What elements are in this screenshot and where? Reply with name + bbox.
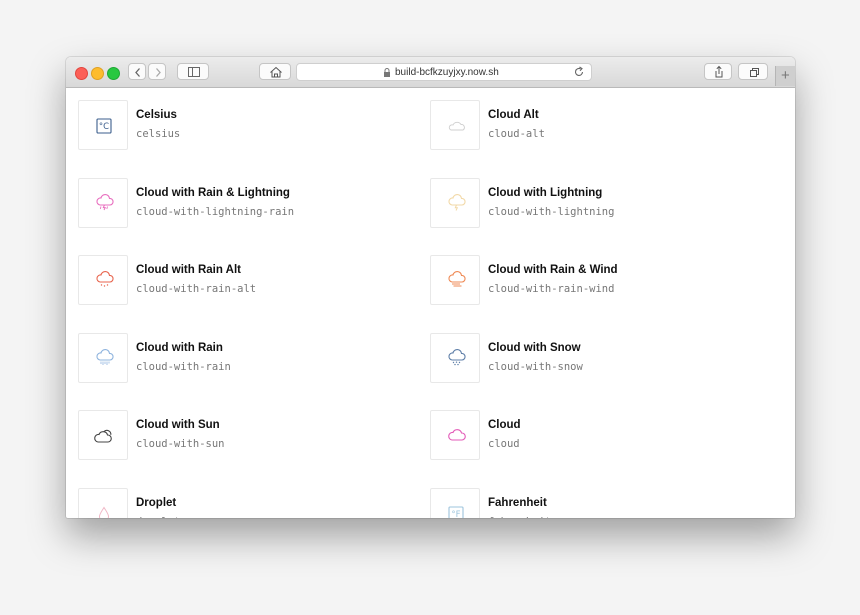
share-button[interactable] <box>704 63 732 80</box>
cloud-alt-icon <box>448 121 465 131</box>
zoom-window-button[interactable] <box>107 67 120 80</box>
icon-preview <box>78 332 128 383</box>
icon-title: Cloud with Lightning <box>488 186 603 199</box>
icon-preview <box>430 410 480 460</box>
icon-card-droplet[interactable]: Droplet droplet <box>78 487 418 519</box>
lock-icon <box>384 68 390 77</box>
icon-slug: celsius <box>136 128 181 140</box>
svg-text:°C: °C <box>99 122 109 132</box>
icon-card-cloud-with-lightning[interactable]: Cloud with Lightning cloud-with-lightning <box>430 177 770 230</box>
icon-slug: cloud-with-snow <box>488 360 583 373</box>
share-icon <box>715 65 723 78</box>
url-text: build-bcfkzuyjxy.now.sh <box>395 67 499 78</box>
icon-title: Cloud <box>488 419 521 431</box>
icon-list: °C Celsius celsius Cloud Alt cloud-alt Cloud … <box>66 88 795 518</box>
close-window-button[interactable] <box>75 67 88 80</box>
plus-icon: + <box>781 67 790 84</box>
fahrenheit-icon: °F <box>448 505 464 519</box>
cloud-sun-icon <box>94 429 112 443</box>
sidebar-toggle-button[interactable] <box>177 63 209 80</box>
icon-preview: °F <box>430 487 480 519</box>
cloud-rain-wind-icon <box>448 270 466 287</box>
home-icon <box>270 66 282 78</box>
icon-title: Cloud with Sun <box>136 419 220 431</box>
icon-card-cloud-alt[interactable]: Cloud Alt cloud-alt <box>430 100 770 152</box>
back-button[interactable] <box>128 63 146 80</box>
icon-card-cloud-with-lightning-rain[interactable]: Cloud with Rain & Lightning cloud-with-li… <box>78 177 418 230</box>
icon-preview <box>430 177 480 228</box>
icon-slug: cloud-with-rain-wind <box>488 283 615 295</box>
icon-card-cloud-with-snow[interactable]: Cloud with Snow cloud-with-snow <box>430 332 770 385</box>
forward-button[interactable] <box>148 63 166 80</box>
icon-preview <box>78 177 128 228</box>
chevron-left-icon <box>135 68 140 77</box>
icon-title: Cloud with Rain <box>136 341 223 354</box>
icon-title: Cloud with Rain & Wind <box>488 264 618 276</box>
icon-title: Fahrenheit <box>488 496 547 509</box>
tabs-overview-button[interactable] <box>738 63 768 80</box>
browser-toolbar: build-bcfkzuyjxy.now.sh + <box>66 57 795 88</box>
icon-slug: cloud-with-lightning <box>488 205 615 218</box>
icon-preview <box>78 255 128 305</box>
icon-card-celsius[interactable]: °C Celsius celsius <box>78 100 418 152</box>
home-button[interactable] <box>259 63 291 80</box>
chevron-right-icon <box>156 68 161 77</box>
icon-slug: droplet <box>136 516 180 519</box>
icon-card-cloud-with-rain-wind[interactable]: Cloud with Rain & Wind cloud-with-rain-wi… <box>430 255 770 307</box>
icon-preview <box>78 487 128 518</box>
cloud-icon <box>448 429 466 441</box>
cloud-snow-icon <box>448 348 466 365</box>
icon-title: Celsius <box>136 109 177 121</box>
cloud-rain-alt-icon <box>96 270 114 287</box>
icon-slug: cloud-with-rain <box>136 360 231 373</box>
cloud-lightning-rain-icon <box>96 193 114 210</box>
icon-slug: cloud-alt <box>488 128 545 140</box>
icon-card-cloud-with-rain-alt[interactable]: Cloud with Rain Alt cloud-with-rain-alt <box>78 255 418 307</box>
reload-icon[interactable] <box>573 66 585 78</box>
tabs-icon <box>750 68 759 77</box>
cloud-lightning-icon <box>448 193 466 211</box>
icon-title: Droplet <box>136 496 177 509</box>
new-tab-button[interactable]: + <box>775 66 795 86</box>
icon-preview <box>78 410 128 460</box>
icon-preview <box>430 100 480 150</box>
icon-title: Cloud with Rain Alt <box>136 264 241 276</box>
icon-title: Cloud with Snow <box>488 341 581 354</box>
icon-card-fahrenheit[interactable]: °F Fahrenheit fahrenheit <box>430 487 770 519</box>
icon-slug: cloud-with-rain-alt <box>136 283 257 295</box>
cloud-rain-icon <box>96 348 114 365</box>
icon-card-cloud[interactable]: Cloud cloud <box>430 410 770 462</box>
droplet-icon <box>98 506 110 518</box>
svg-text:°F: °F <box>451 510 460 519</box>
icon-preview: °C <box>78 100 128 150</box>
icon-card-cloud-with-rain[interactable]: Cloud with Rain cloud-with-rain <box>78 332 418 385</box>
sidebar-icon <box>188 67 200 77</box>
icon-slug: cloud <box>488 438 520 450</box>
icon-card-cloud-with-sun[interactable]: Cloud with Sun cloud-with-sun <box>78 410 418 462</box>
icon-slug: cloud-with-lightning-rain <box>136 205 295 218</box>
icon-preview <box>430 332 480 383</box>
icon-slug: cloud-with-sun <box>136 438 225 450</box>
icon-slug: fahrenheit <box>488 516 551 519</box>
icon-title: Cloud with Rain & Lightning <box>136 186 290 199</box>
icon-preview <box>430 255 480 305</box>
minimize-window-button[interactable] <box>91 67 104 80</box>
address-bar[interactable]: build-bcfkzuyjxy.now.sh <box>296 63 592 81</box>
browser-window: build-bcfkzuyjxy.now.sh + °C Celsius celsi… <box>66 57 795 518</box>
icon-title: Cloud Alt <box>488 109 539 121</box>
celsius-icon: °C <box>96 118 112 134</box>
